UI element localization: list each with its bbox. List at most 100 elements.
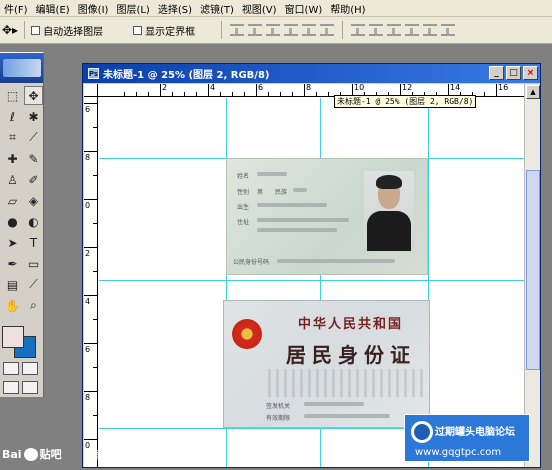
align-hcenter-icon[interactable] [302,24,317,36]
history-brush-icon[interactable]: ✐ [24,170,43,189]
ruler-tick [220,92,221,97]
foreground-color-swatch[interactable] [2,326,24,348]
maximize-button[interactable]: □ [506,66,521,80]
baidu-wordmark: Bai [2,447,22,461]
document-canvas[interactable]: 姓名 性别 男 民族 出生 住址 公民身份号码 中华人民共和国 居民身份证 签发… [99,98,524,467]
ruler-tick [93,127,98,128]
auto-select-checkbox[interactable] [31,25,41,35]
canvas-area: 2 4 6 8 10 12 14 16 6 8 0 2 4 6 8 0 姓名 性… [84,84,524,467]
ruler-tick [84,247,98,248]
ruler-origin[interactable] [84,84,98,97]
move-tool-icon[interactable]: ✥ [24,86,43,105]
options-separator [221,21,223,39]
standard-mode-button[interactable] [3,362,19,375]
align-left-icon[interactable] [284,24,299,36]
document-title: 未标题-1 @ 25% (图层 2, RGB/8) [103,70,270,81]
type-tool-icon[interactable]: T [24,233,43,252]
distribute-left-icon[interactable] [405,24,420,36]
ruler-tick [124,92,125,97]
magic-wand-icon[interactable]: ✱ [24,107,43,126]
card-field-label: 公民身份号码 [233,259,270,266]
id-card-front-layer[interactable]: 姓名 性别 男 民族 出生 住址 公民身份号码 [226,158,428,275]
healing-brush-icon[interactable]: ✚ [3,149,22,168]
close-button[interactable]: × [523,66,538,80]
distribute-vcenter-icon[interactable] [369,24,384,36]
ruler-label: 0 [85,201,91,210]
ruler-label: 4 [85,297,91,306]
align-vcenter-icon[interactable] [248,24,263,36]
dodge-tool-icon[interactable]: ◐ [24,212,43,231]
align-right-icon[interactable] [320,24,335,36]
options-separator [24,21,26,39]
ruler-tick [93,319,98,320]
menu-layer[interactable]: 图层(L) [112,1,153,16]
menu-help[interactable]: 帮助(H) [326,1,369,16]
menu-view[interactable]: 视图(V) [238,1,281,16]
vertical-ruler[interactable]: 6 8 0 2 4 6 8 0 [84,97,98,467]
imageready-button[interactable] [22,381,38,394]
move-tool-icon[interactable]: ✥▸ [2,23,18,37]
tool-grid: ⬚ ✥ ℓ ✱ ⌗ ⟋ ✚ ✎ ♙ ✐ ▱ ◈ ● ◐ ➤ T ✒ ▭ ▤ ⟋ … [0,83,43,318]
forum-watermark-title: 过期罐头电脑论坛 [435,427,515,438]
baidu-tieba-label: 贴吧 [39,448,62,461]
align-top-icon[interactable] [230,24,245,36]
marquee-tool-icon[interactable]: ⬚ [3,86,22,105]
distribute-hcenter-icon[interactable] [423,24,438,36]
show-bounds-checkbox[interactable] [133,25,143,35]
blurred-text [257,203,327,207]
ruler-tick [184,92,185,97]
forum-watermark-url: www.gqgtpc.com [415,447,502,458]
forum-logo-icon [411,421,433,443]
guide-line-horizontal[interactable] [99,280,524,281]
shape-tool-icon[interactable]: ▭ [24,254,43,273]
eyedropper-icon[interactable]: ⟋ [24,275,43,294]
pen-tool-icon[interactable]: ✒ [3,254,22,273]
ruler-tick [84,343,98,344]
forum-name-watermark: 重庆吧 [90,451,120,462]
lasso-tool-icon[interactable]: ℓ [3,107,22,126]
crop-tool-icon[interactable]: ⌗ [3,128,22,147]
ruler-label: 8 [306,84,312,92]
distribute-bottom-icon[interactable] [387,24,402,36]
brush-tool-icon[interactable]: ✎ [24,149,43,168]
distribute-right-icon[interactable] [441,24,456,36]
ruler-tick [280,92,281,97]
minimize-button[interactable]: _ [489,66,504,80]
menu-image[interactable]: 图像(I) [74,1,113,16]
quickmask-mode-button[interactable] [22,362,38,375]
ruler-tick [496,84,497,97]
document-titlebar[interactable]: Ps 未标题-1 @ 25% (图层 2, RGB/8) _ □ × [83,64,540,83]
menu-window[interactable]: 窗口(W) [281,1,327,16]
vertical-scrollbar[interactable]: ▲ [524,84,540,467]
notes-tool-icon[interactable]: ▤ [3,275,22,294]
scrollbar-thumb[interactable] [526,170,540,370]
slice-tool-icon[interactable]: ⟋ [24,128,43,147]
distribute-top-icon[interactable] [351,24,366,36]
menu-filter[interactable]: 滤镜(T) [196,1,238,16]
paint-bucket-icon[interactable]: ◈ [24,191,43,210]
menu-select[interactable]: 选择(S) [154,1,196,16]
menu-file[interactable]: 件(F) [0,1,32,16]
path-select-icon[interactable]: ➤ [3,233,22,252]
ruler-tick [256,84,257,97]
document-icon: Ps [88,68,99,79]
ruler-tick [316,92,317,97]
clone-stamp-icon[interactable]: ♙ [3,170,22,189]
ruler-label: 8 [85,393,91,402]
toolbox-header [0,53,43,83]
blurred-text [257,172,287,176]
menu-edit[interactable]: 编辑(E) [32,1,74,16]
screen-mode-button[interactable] [3,381,19,394]
card-field-label: 住址 [237,219,250,226]
ruler-tick [244,92,245,97]
zoom-tool-icon[interactable]: ⌕ [24,296,43,315]
eraser-tool-icon[interactable]: ▱ [3,191,22,210]
photoshop-feather-icon [2,59,41,77]
ruler-tick [93,175,98,176]
blur-tool-icon[interactable]: ● [3,212,22,231]
hand-tool-icon[interactable]: ✋ [3,296,22,315]
scroll-up-icon[interactable]: ▲ [526,85,540,99]
align-bottom-icon[interactable] [266,24,281,36]
ruler-tick [93,367,98,368]
id-card-back-layer[interactable]: 中华人民共和国 居民身份证 签发机关 有效期限 [223,300,430,428]
